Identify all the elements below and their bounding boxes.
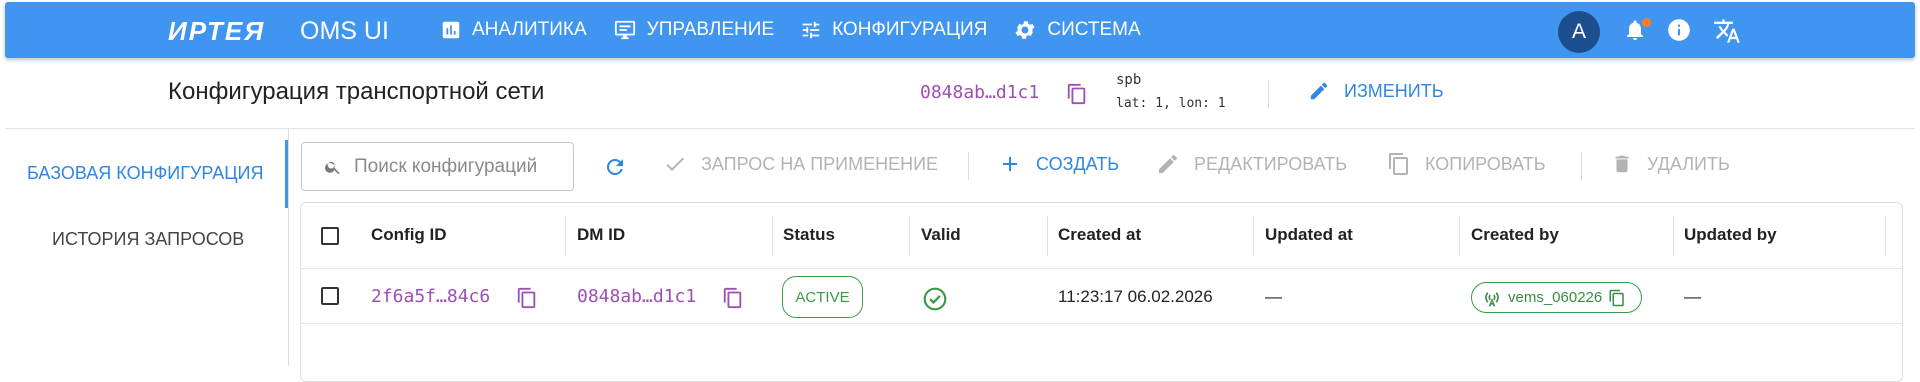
edit-button[interactable]: ИЗМЕНИТЬ (1308, 80, 1444, 102)
apply-request-button[interactable]: ЗАПРОС НА ПРИМЕНЕНИЕ (663, 152, 938, 176)
copy-config-label: КОПИРОВАТЬ (1425, 153, 1546, 174)
nav-item-analytics[interactable]: АНАЛИТИКА (440, 19, 587, 41)
table-row-divider (301, 323, 1902, 324)
sidebar-item-request-history[interactable]: ИСТОРИЯ ЗАПРОСОВ (52, 229, 244, 250)
table-header-divider (301, 268, 1902, 269)
copy-icon[interactable] (1066, 83, 1088, 105)
create-label: СОЗДАТЬ (1036, 153, 1120, 174)
column-header-created-at[interactable]: Created at (1058, 225, 1141, 245)
apply-request-label: ЗАПРОС НА ПРИМЕНЕНИЕ (701, 153, 939, 174)
chart-box-icon (442, 21, 460, 39)
notification-dot (1642, 18, 1651, 27)
column-header-config-id[interactable]: Config ID (371, 225, 447, 245)
updated-at-value: — (1265, 287, 1282, 306)
toolbar-divider (1581, 152, 1582, 180)
header-bottom-divider (5, 128, 1915, 129)
location-coords: lat: 1, lon: 1 (1116, 96, 1226, 111)
column-header-valid[interactable]: Valid (921, 225, 961, 245)
column-header-created-by[interactable]: Created by (1471, 225, 1559, 245)
delete-button[interactable]: УДАЛИТЬ (1611, 152, 1730, 176)
created-by-value: vems_060226 (1508, 289, 1603, 306)
copy-icon[interactable] (516, 287, 538, 309)
column-divider[interactable] (909, 216, 910, 256)
copy-config-button[interactable]: КОПИРОВАТЬ (1387, 152, 1546, 176)
translate-icon[interactable] (1713, 17, 1741, 45)
gear-icon (1015, 21, 1035, 39)
top-app-bar: ИРТЕЯ OMS UI АНАЛИТИКА УПРАВЛЕНИЕ КОНФИГ… (5, 2, 1915, 58)
created-by-chip[interactable]: vems_060226 (1471, 282, 1642, 313)
search-input[interactable] (354, 155, 554, 178)
copy-icon[interactable] (1608, 289, 1626, 307)
sidebar-divider (288, 128, 289, 366)
nav-item-label: УПРАВЛЕНИЕ (646, 19, 775, 40)
column-divider[interactable] (1253, 216, 1254, 256)
dm-id-value: 0848ab…d1c1 (920, 82, 1040, 103)
create-button[interactable]: СОЗДАТЬ (998, 152, 1119, 176)
pencil-icon (1159, 154, 1177, 173)
sidebar-active-indicator (285, 140, 288, 208)
check-circle-icon (923, 287, 947, 311)
product-name: OMS UI (300, 17, 389, 45)
column-header-updated-by[interactable]: Updated by (1684, 225, 1777, 245)
page-title: Конфигурация транспортной сети (168, 78, 545, 105)
brand-logo[interactable]: ИРТЕЯ (168, 16, 265, 47)
column-header-dm-id[interactable]: DM ID (577, 225, 625, 245)
edit-button-label: ИЗМЕНИТЬ (1344, 80, 1444, 101)
column-divider[interactable] (1885, 216, 1886, 256)
config-id-value: 2f6a5f…84c6 (371, 286, 491, 307)
nav-item-configuration[interactable]: КОНФИГУРАЦИЯ (800, 19, 987, 41)
edit-config-button[interactable]: РЕДАКТИРОВАТЬ (1156, 152, 1347, 176)
tune-sliders-icon (802, 21, 820, 39)
main-nav: АНАЛИТИКА УПРАВЛЕНИЕ КОНФИГУРАЦИЯ СИСТЕМ… (440, 2, 1167, 58)
trash-icon (1615, 155, 1629, 173)
column-divider[interactable] (1459, 216, 1460, 256)
updated-by-value: — (1684, 287, 1701, 306)
select-all-checkbox[interactable] (321, 227, 339, 245)
location-name: spb (1116, 72, 1142, 88)
dm-id-value: 0848ab…d1c1 (577, 286, 697, 307)
delete-label: УДАЛИТЬ (1647, 153, 1730, 174)
nav-item-label: КОНФИГУРАЦИЯ (832, 19, 988, 40)
column-divider[interactable] (772, 216, 773, 256)
column-header-status[interactable]: Status (783, 225, 835, 245)
antenna-icon (1485, 291, 1499, 306)
nav-item-label: АНАЛИТИКА (472, 19, 587, 40)
column-header-updated-at[interactable]: Updated at (1265, 225, 1353, 245)
row-checkbox[interactable] (321, 287, 339, 305)
header-divider (1268, 80, 1269, 108)
search-field[interactable] (301, 142, 574, 191)
column-divider[interactable] (1047, 216, 1048, 256)
sidebar-item-base-config[interactable]: БАЗОВАЯ КОНФИГУРАЦИЯ (27, 163, 263, 184)
column-divider[interactable] (1673, 216, 1674, 256)
pencil-icon (1310, 82, 1328, 100)
nav-item-management[interactable]: УПРАВЛЕНИЕ (613, 19, 774, 41)
edit-config-label: РЕДАКТИРОВАТЬ (1194, 153, 1348, 174)
toolbar-divider (968, 152, 969, 180)
info-icon[interactable] (1666, 17, 1692, 43)
copy-icon[interactable] (722, 287, 744, 309)
status-badge: ACTIVE (782, 276, 863, 318)
copy-icon (1389, 153, 1408, 175)
nav-item-system[interactable]: СИСТЕМА (1013, 18, 1141, 42)
monitor-edit-icon (614, 20, 635, 40)
refresh-icon[interactable] (603, 155, 627, 179)
plus-icon (1003, 157, 1017, 171)
search-icon (325, 161, 340, 174)
user-avatar[interactable]: A (1558, 11, 1600, 53)
column-divider[interactable] (565, 216, 566, 256)
nav-item-label: СИСТЕМА (1047, 19, 1141, 40)
check-icon (666, 157, 684, 171)
created-at-value: 11:23:17 06.02.2026 (1058, 287, 1213, 306)
